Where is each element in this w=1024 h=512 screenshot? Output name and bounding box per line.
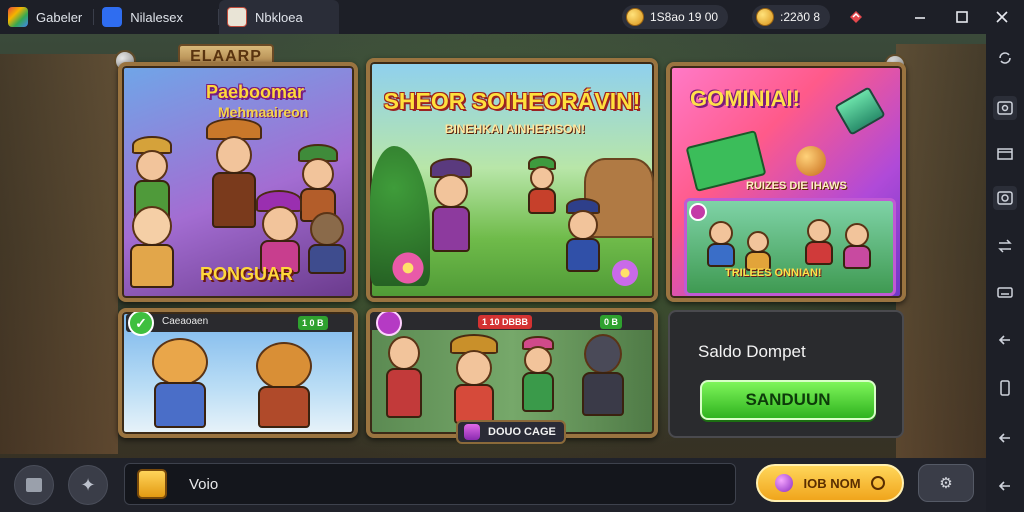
chat-text: Voio: [189, 475, 219, 493]
promo-subtitle: RUIZES DIE IHAWS: [746, 180, 847, 192]
sparkle-button[interactable]: ✦: [68, 465, 108, 505]
gem-icon: [464, 424, 480, 440]
settings-pill[interactable]: ⚙: [918, 464, 974, 502]
tab-label: Gabeler: [36, 9, 83, 25]
promo-card-rewards[interactable]: GOMINIAI! RUIZES DIE IHAWS TRILEES ONNIA…: [666, 62, 906, 302]
squad-label: DOUO CAGE: [488, 426, 556, 438]
tab-label: Nilalesex: [130, 9, 183, 25]
squad-label-badge[interactable]: DOUO CAGE: [456, 420, 566, 444]
screenshot-icon[interactable]: [993, 96, 1017, 120]
keyboard-icon[interactable]: [993, 280, 1017, 304]
gem-icon: [775, 474, 794, 492]
check-icon: ✓: [128, 312, 154, 336]
app-stack-icon: [8, 7, 28, 27]
burger-icon: [796, 146, 826, 176]
coin-balance-value: :22ð0 8: [780, 10, 821, 24]
window-icon[interactable]: [993, 142, 1017, 166]
coin-icon: [756, 8, 774, 26]
gift-icon[interactable]: [846, 7, 866, 27]
game-icon: [227, 7, 247, 27]
tile-tag-left: 1 10 DBBB: [478, 315, 533, 329]
back-arrow-icon[interactable]: [993, 328, 1017, 352]
flower: [390, 250, 426, 286]
tile-label: Caeaoaen: [162, 316, 209, 327]
coin-balance-2[interactable]: :22ð0 8: [752, 5, 831, 29]
wood-wall-left: [0, 54, 118, 454]
tab-label: Nbkloea: [255, 9, 303, 25]
promo-subtitle: BINEHKAI AINHERISON!: [444, 122, 586, 136]
star-badge-icon: [376, 312, 402, 336]
flower: [610, 258, 640, 288]
camera-icon[interactable]: [993, 186, 1017, 210]
tile-tag: 1 0 B: [298, 316, 328, 330]
promo-card-characters[interactable]: Paeboomar Mehmaaireon RONGUAR: [118, 62, 358, 302]
coin-icon: [626, 8, 644, 26]
undo-icon[interactable]: [993, 426, 1017, 450]
tile-dogs[interactable]: ✓ Caeaoaen 1 0 B: [118, 308, 358, 438]
controller-icon: ⚙: [939, 475, 953, 492]
promo-card-adventure[interactable]: SHEOR SOIHEORÁVIN! BINEHKAI AINHERISON!: [366, 58, 658, 302]
promo-title-line1: Paeboomar: [206, 82, 305, 102]
inventory-icon: [26, 478, 42, 492]
swap-icon[interactable]: [993, 234, 1017, 258]
tile-squad[interactable]: 1 10 DBBB 0 B: [366, 308, 658, 438]
coin-balance-value: 1S8ao 19 00: [650, 10, 719, 24]
promo-footer-title: RONGUAR: [200, 264, 293, 284]
promo-footer-title: TRILEES ONNIAN!: [725, 267, 822, 279]
gold-pill-label: IOB NOM: [803, 475, 861, 491]
candy-icon: [834, 86, 886, 136]
inner-scene: TRILEES ONNIAN!: [684, 198, 896, 296]
wallet-balance-card: Saldo Dompet SANDUUN: [668, 310, 904, 438]
sparkle-icon: ✦: [80, 474, 96, 495]
coin-balance-1[interactable]: 1S8ao 19 00: [622, 5, 729, 29]
heart-icon: [689, 203, 707, 221]
wallet-action-button[interactable]: SANDUUN: [700, 380, 876, 420]
gold-pill-button[interactable]: IOB NOM: [756, 464, 904, 502]
inventory-button[interactable]: [14, 465, 54, 505]
promo-title: SHEOR SOIHEORÁVIN!: [383, 88, 641, 114]
rotate-icon[interactable]: [993, 46, 1017, 70]
emulator-sidebar: [986, 34, 1024, 512]
wallet-balance-label: Saldo Dompet: [698, 342, 806, 361]
tile-tag-right: 0 B: [600, 315, 623, 329]
nav-back-icon[interactable]: [993, 474, 1017, 498]
bottom-bar: ✦ Voio IOB NOM ⚙: [0, 458, 986, 512]
coin-outline-icon: [870, 476, 885, 490]
minimize-icon[interactable]: [910, 7, 930, 27]
maximize-icon[interactable]: [952, 7, 972, 27]
close-icon[interactable]: [992, 7, 1012, 27]
promo-title: GOMINIAI!: [690, 86, 800, 111]
wood-wall-right: [896, 44, 986, 464]
device-icon[interactable]: [993, 376, 1017, 400]
app-store-icon: [102, 7, 123, 27]
tab-gabeler[interactable]: Gabeler: [0, 0, 95, 34]
chest-icon: [137, 469, 167, 499]
chat-bar[interactable]: Voio: [124, 463, 736, 505]
tab-nilalesex[interactable]: Nilalesex: [94, 0, 219, 34]
tab-nbkloea[interactable]: Nbkloea: [219, 0, 339, 34]
title-bar: Gabeler Nilalesex Nbkloea 1S8ao 19 00 :2…: [0, 0, 1024, 34]
